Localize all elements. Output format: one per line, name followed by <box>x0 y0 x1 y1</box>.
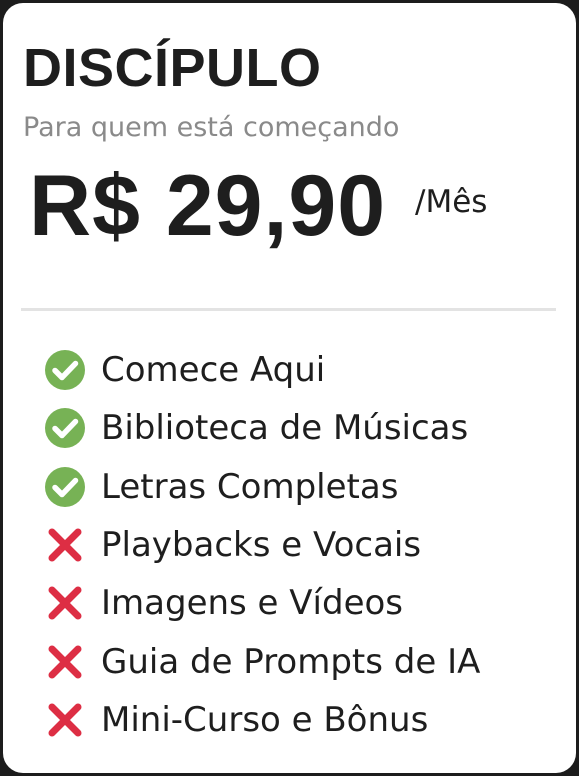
feature-label: Biblioteca de Músicas <box>101 408 469 449</box>
feature-item: Biblioteca de Músicas <box>43 399 480 457</box>
plan-name: DISCÍPULO <box>23 38 322 98</box>
feature-label: Mini-Curso e Bônus <box>101 699 429 740</box>
feature-label: Guia de Prompts de IA <box>101 641 481 682</box>
check-icon <box>43 348 87 392</box>
feature-item: Comece Aqui <box>43 341 480 399</box>
feature-label: Imagens e Vídeos <box>101 583 403 624</box>
feature-item: Letras Completas <box>43 458 480 516</box>
feature-label: Playbacks e Vocais <box>101 525 422 566</box>
feature-label: Comece Aqui <box>101 350 326 391</box>
cross-icon <box>43 581 87 625</box>
price-period: /Mês <box>415 184 488 220</box>
feature-list: Comece Aqui Biblioteca de Músicas Letras… <box>43 341 480 749</box>
feature-label: Letras Completas <box>101 466 399 507</box>
check-icon <box>43 406 87 450</box>
cross-icon <box>43 698 87 742</box>
feature-item: Guia de Prompts de IA <box>43 632 480 690</box>
cross-icon <box>43 640 87 684</box>
feature-item: Playbacks e Vocais <box>43 516 480 574</box>
cross-icon <box>43 523 87 567</box>
feature-item: Imagens e Vídeos <box>43 574 480 632</box>
feature-item: Mini-Curso e Bônus <box>43 691 480 749</box>
check-icon <box>43 465 87 509</box>
pricing-card: DISCÍPULO Para quem está começando R$ 29… <box>3 3 576 773</box>
plan-subtitle: Para quem está começando <box>23 112 400 143</box>
divider <box>21 308 556 311</box>
price: R$ 29,90 <box>29 158 387 254</box>
